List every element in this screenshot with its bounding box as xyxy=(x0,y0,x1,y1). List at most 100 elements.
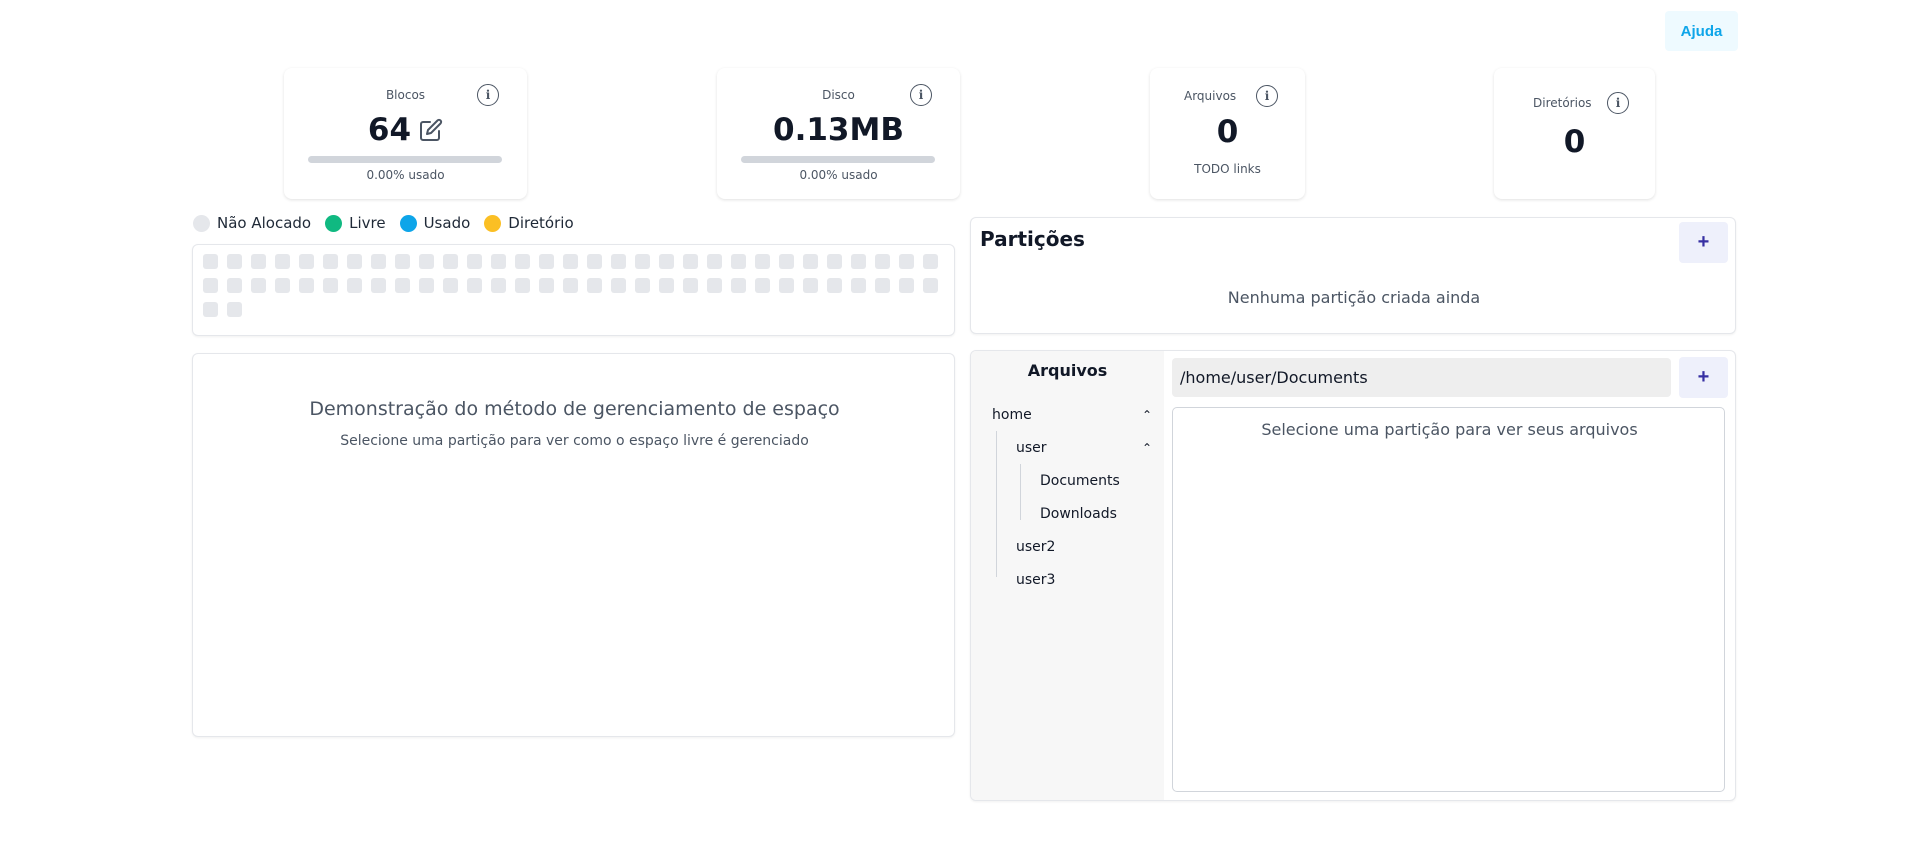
block-cell[interactable] xyxy=(755,278,770,293)
block-cell[interactable] xyxy=(443,278,458,293)
info-icon[interactable]: i xyxy=(477,84,499,106)
file-tree-title: Arquivos xyxy=(1027,361,1108,380)
block-cell[interactable] xyxy=(347,254,362,269)
block-cell[interactable] xyxy=(251,278,266,293)
block-cell[interactable] xyxy=(515,254,530,269)
block-cell[interactable] xyxy=(563,254,578,269)
block-cell[interactable] xyxy=(707,254,722,269)
tree-item-home[interactable]: home ⌃ xyxy=(992,398,1152,431)
partitions-title: Partições xyxy=(980,227,1085,251)
tree-item-downloads[interactable]: Downloads xyxy=(1040,497,1117,530)
block-cell[interactable] xyxy=(203,302,218,317)
edit-icon[interactable] xyxy=(419,118,443,142)
file-list-area: Selecione uma partição para ver seus arq… xyxy=(1172,407,1725,792)
block-cell[interactable] xyxy=(275,278,290,293)
stat-value-disk: 0.13MB xyxy=(773,112,904,148)
block-cell[interactable] xyxy=(803,254,818,269)
stat-label-files: Arquivos xyxy=(1184,89,1237,103)
tree-item-user3[interactable]: user3 xyxy=(1016,563,1055,596)
block-cell[interactable] xyxy=(875,278,890,293)
info-icon[interactable]: i xyxy=(1607,92,1629,114)
block-cell[interactable] xyxy=(371,278,386,293)
block-cell[interactable] xyxy=(299,278,314,293)
block-cell[interactable] xyxy=(395,254,410,269)
block-cell[interactable] xyxy=(779,278,794,293)
block-cell[interactable] xyxy=(203,254,218,269)
block-cell[interactable] xyxy=(683,278,698,293)
block-cell[interactable] xyxy=(347,278,362,293)
block-cell[interactable] xyxy=(755,254,770,269)
tree-item-label: Downloads xyxy=(1040,505,1117,522)
stat-card-disk: Disco i 0.13MB 0.00% usado xyxy=(717,68,960,199)
blocks-value-row: 64 xyxy=(284,112,527,148)
block-cell[interactable] xyxy=(275,254,290,269)
block-cell[interactable] xyxy=(659,254,674,269)
block-cell[interactable] xyxy=(923,278,938,293)
block-cell[interactable] xyxy=(659,278,674,293)
block-cell[interactable] xyxy=(587,278,602,293)
block-cell[interactable] xyxy=(419,278,434,293)
block-cell[interactable] xyxy=(587,254,602,269)
disk-usage-bar xyxy=(741,156,935,163)
block-cell[interactable] xyxy=(467,254,482,269)
disk-usage-text: 0.00% usado xyxy=(799,168,878,182)
demo-panel: Demonstração do método de gerenciamento … xyxy=(192,353,955,737)
stat-card-dirs: Diretórios i 0 xyxy=(1494,68,1655,199)
path-input[interactable] xyxy=(1172,358,1671,397)
info-icon[interactable]: i xyxy=(1256,85,1278,107)
block-cell[interactable] xyxy=(827,278,842,293)
block-cell[interactable] xyxy=(899,254,914,269)
block-cell[interactable] xyxy=(899,278,914,293)
block-cell[interactable] xyxy=(539,278,554,293)
info-icon[interactable]: i xyxy=(910,84,932,106)
add-partition-button[interactable]: + xyxy=(1679,222,1728,263)
block-cell[interactable] xyxy=(731,278,746,293)
block-cell[interactable] xyxy=(515,278,530,293)
add-file-button[interactable]: + xyxy=(1679,357,1728,398)
tree-item-user2[interactable]: user2 xyxy=(1016,530,1055,563)
block-cell[interactable] xyxy=(251,254,266,269)
help-button[interactable]: Ajuda xyxy=(1665,11,1738,51)
block-cell[interactable] xyxy=(371,254,386,269)
block-cell[interactable] xyxy=(563,278,578,293)
block-legend: Não Alocado Livre Usado Diretório xyxy=(193,214,580,232)
chevron-up-icon[interactable]: ⌃ xyxy=(1142,441,1152,455)
block-cell[interactable] xyxy=(611,278,626,293)
chevron-up-icon[interactable]: ⌃ xyxy=(1142,408,1152,422)
block-cell[interactable] xyxy=(323,254,338,269)
block-cell[interactable] xyxy=(827,254,842,269)
block-cell[interactable] xyxy=(467,278,482,293)
demo-subtitle: Selecione uma partição para ver como o e… xyxy=(340,433,809,449)
block-cell[interactable] xyxy=(635,278,650,293)
block-cell[interactable] xyxy=(299,254,314,269)
legend-dot xyxy=(484,214,502,232)
block-cell[interactable] xyxy=(491,254,506,269)
block-cell[interactable] xyxy=(779,254,794,269)
demo-title: Demonstração do método de gerenciamento … xyxy=(309,398,840,420)
block-cell[interactable] xyxy=(419,254,434,269)
block-cell[interactable] xyxy=(227,254,242,269)
legend-label: Usado xyxy=(423,214,471,232)
block-cell[interactable] xyxy=(227,302,242,317)
block-cell[interactable] xyxy=(923,254,938,269)
block-cell[interactable] xyxy=(707,278,722,293)
block-cell[interactable] xyxy=(611,254,626,269)
block-cell[interactable] xyxy=(635,254,650,269)
block-cell[interactable] xyxy=(803,278,818,293)
block-cell[interactable] xyxy=(731,254,746,269)
block-cell[interactable] xyxy=(227,278,242,293)
file-tree-sidebar: Arquivos home ⌃ user ⌃ Documents Downloa… xyxy=(971,351,1164,800)
block-cell[interactable] xyxy=(875,254,890,269)
tree-item-documents[interactable]: Documents xyxy=(1040,464,1120,497)
tree-item-user[interactable]: user ⌃ xyxy=(1016,431,1152,464)
block-cell[interactable] xyxy=(851,254,866,269)
block-cell[interactable] xyxy=(851,278,866,293)
block-cell[interactable] xyxy=(395,278,410,293)
stat-value-files: 0 xyxy=(1216,114,1239,150)
block-cell[interactable] xyxy=(491,278,506,293)
block-cell[interactable] xyxy=(323,278,338,293)
block-cell[interactable] xyxy=(203,278,218,293)
block-cell[interactable] xyxy=(539,254,554,269)
block-cell[interactable] xyxy=(683,254,698,269)
block-cell[interactable] xyxy=(443,254,458,269)
